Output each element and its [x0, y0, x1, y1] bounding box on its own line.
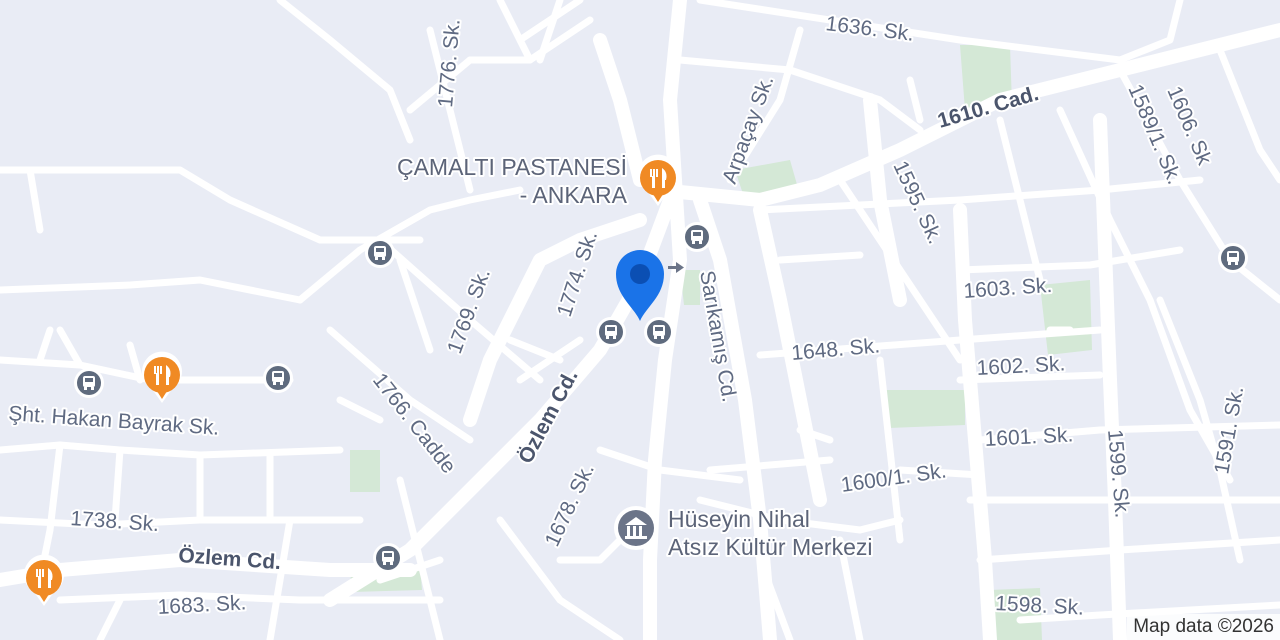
- street-label: 1599. Sk.: [1103, 428, 1134, 518]
- museum-icon[interactable]: [614, 506, 658, 550]
- bus-stop-icon[interactable]: [644, 317, 674, 347]
- map-attribution[interactable]: Map data ©2026: [1127, 614, 1280, 640]
- street-label: 1738. Sk.: [70, 507, 160, 536]
- street-label: 1678. Sk.: [541, 460, 599, 550]
- bus-stop-icon[interactable]: [74, 368, 104, 398]
- map-canvas[interactable]: 1636. Sk. 1776. Sk. Arpaçay Sk. 1610. Ca…: [0, 0, 1280, 640]
- bus-stop-icon[interactable]: [263, 363, 293, 393]
- street-label: 1776. Sk.: [434, 18, 465, 108]
- street-label: 1774. Sk.: [553, 228, 602, 319]
- street-label: 1602. Sk.: [976, 352, 1066, 380]
- map-view[interactable]: 1636. Sk. 1776. Sk. Arpaçay Sk. 1610. Ca…: [0, 0, 1280, 640]
- bus-stop-icon[interactable]: [682, 222, 712, 252]
- poi-name-huseyin-nihal: Hüseyin Nihal: [668, 506, 810, 532]
- bus-stop-icon[interactable]: [365, 238, 395, 268]
- park-area: [885, 390, 965, 428]
- street-label: 1598. Sk.: [995, 592, 1085, 620]
- street-label: 1769. Sk.: [443, 265, 495, 356]
- poi-name-huseyin-nihal-line2: Atsız Kültür Merkezi: [668, 534, 873, 560]
- bus-stop-icon[interactable]: [373, 543, 403, 573]
- poi-name-camalti-pastanesi: ÇAMALTI PASTANESİ: [397, 154, 627, 180]
- street-label: 1648. Sk.: [790, 334, 880, 365]
- street-label: Özlem Cd.: [178, 544, 282, 574]
- bus-stop-icon[interactable]: [596, 317, 626, 347]
- restaurant-pin[interactable]: [142, 351, 182, 403]
- street-label: Şht. Hakan Bayrak Sk.: [8, 402, 220, 440]
- poi-name-camalti-pastanesi-line2: - ANKARA: [520, 182, 628, 208]
- bus-stop-icon[interactable]: [1218, 243, 1248, 273]
- street-label: 1683. Sk.: [157, 591, 247, 619]
- park-area: [350, 450, 380, 492]
- street-label: 1601. Sk.: [984, 423, 1074, 451]
- street-label: 1636. Sk.: [824, 12, 915, 46]
- street-label: 1603. Sk.: [963, 274, 1053, 303]
